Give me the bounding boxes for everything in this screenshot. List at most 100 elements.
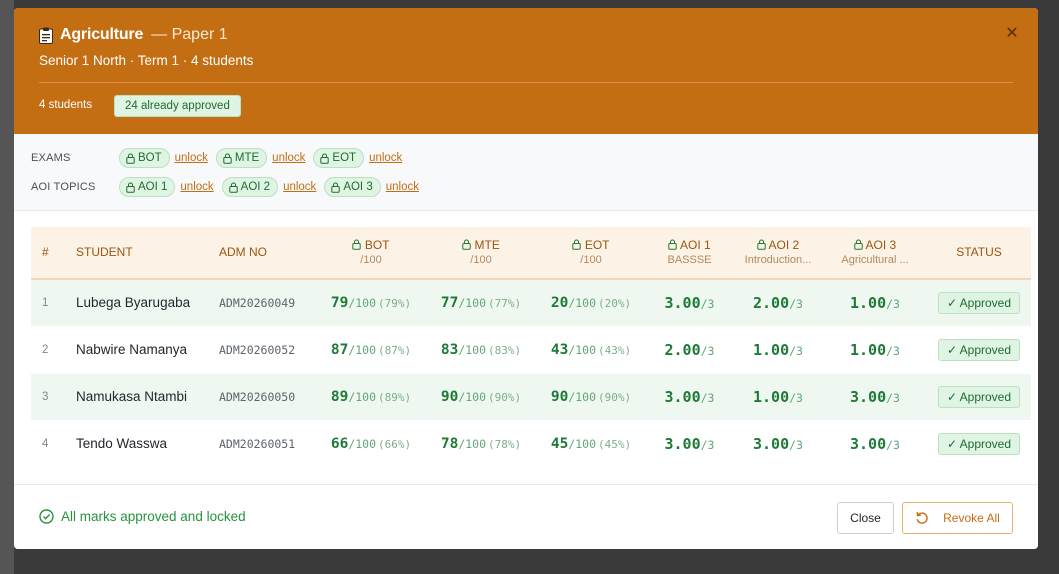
- col-status: STATUS: [956, 245, 1002, 259]
- eot-score: 45/100 (45%): [550, 435, 632, 452]
- lock-icon: [223, 153, 232, 164]
- exam-chip-bot: BOT: [119, 148, 170, 168]
- paper-name: — Paper 1: [151, 26, 228, 43]
- adm-number: ADM20260049: [219, 295, 296, 310]
- table-row: 4 Tendo Wasswa ADM20260051 66/100 (66%) 7…: [31, 420, 1031, 467]
- bot-score: 89/100 (89%): [330, 388, 412, 405]
- unlock-aoi2-link[interactable]: unlock: [283, 181, 316, 193]
- status-badge: ✓ Approved: [937, 385, 1021, 408]
- lock-icon: [668, 239, 678, 250]
- table-row: 2 Nabwire Namanya ADM20260052 87/100 (87%…: [31, 326, 1031, 373]
- aoi1-score: 3.00/3: [664, 434, 715, 453]
- col-aoi2: AOI 2 Introduction...: [744, 237, 812, 266]
- modal-header: Agriculture — Paper 1 Senior 1 North · T…: [14, 8, 1038, 134]
- aoi-lock-row: AOI TOPICS AOI 1 unlock AOI 2 unlock AOI…: [31, 177, 427, 197]
- lock-icon: [126, 182, 135, 193]
- mte-score: 90/100 (90%): [440, 388, 522, 405]
- status-cell: ✓ Approved: [927, 373, 1031, 420]
- aoi2-score: 3.00/3: [753, 434, 803, 453]
- aoi-topics-label: AOI TOPICS: [31, 181, 96, 193]
- aoi2-score: 1.00/3: [753, 387, 803, 406]
- revoke-all-button[interactable]: Revoke All: [902, 502, 1013, 534]
- lock-icon: [228, 182, 238, 193]
- eot-score: 90/100 (90%): [550, 388, 632, 405]
- row-index: 3: [42, 390, 49, 403]
- unlock-mte-link[interactable]: unlock: [272, 152, 305, 164]
- student-name: Lubega Byarugaba: [76, 295, 191, 311]
- status-badge: ✓ Approved: [937, 291, 1021, 314]
- clipboard-icon: [39, 27, 53, 44]
- check-circle-icon: [39, 509, 54, 524]
- aoi2-score: 2.00/3: [753, 293, 803, 312]
- bot-score: 66/100 (66%): [330, 435, 412, 452]
- aoi3-score: 1.00/3: [850, 293, 900, 312]
- mte-score: 77/100 (77%): [440, 294, 522, 311]
- aoi1-score: 2.00/3: [664, 340, 715, 359]
- bot-score: 79/100 (79%): [330, 294, 412, 311]
- unlock-eot-link[interactable]: unlock: [369, 152, 402, 164]
- row-index: 4: [42, 437, 49, 450]
- student-name: Namukasa Ntambi: [76, 389, 188, 404]
- approval-status-message: All marks approved and locked: [39, 509, 246, 524]
- col-adm-no: ADM NO: [219, 245, 267, 259]
- adm-number: ADM20260052: [219, 342, 296, 357]
- header-divider: [39, 82, 1013, 83]
- unlock-aoi1-link[interactable]: unlock: [180, 181, 213, 193]
- status-cell: ✓ Approved: [927, 279, 1031, 326]
- close-icon[interactable]: ✕: [1003, 24, 1021, 42]
- lock-icon: [320, 153, 330, 164]
- table-header-row: # STUDENT ADM NO BOT/100 MTE/100 EOT/100: [31, 227, 1031, 279]
- exam-chip-mte: MTE: [215, 148, 268, 168]
- lock-icon: [854, 239, 863, 250]
- status-badge: ✓ Approved: [937, 338, 1021, 361]
- status-badge: ✓ Approved: [937, 432, 1021, 455]
- exams-label: EXAMS: [31, 152, 71, 164]
- marks-table-container: # STUDENT ADM NO BOT/100 MTE/100 EOT/100: [31, 227, 1031, 468]
- mte-score: 83/100 (83%): [440, 341, 522, 358]
- mte-score: 78/100 (78%): [440, 435, 522, 452]
- aoi1-score: 3.00/3: [664, 387, 715, 406]
- col-student: STUDENT: [76, 245, 133, 259]
- aoi-chip-3: AOI 3: [324, 177, 381, 197]
- exams-lock-row: EXAMS BOT unlock MTE unlock EOT unlock: [31, 148, 410, 168]
- approved-count-badge: 24 already approved: [114, 95, 241, 117]
- exam-chip-eot: EOT: [313, 148, 365, 168]
- modal-title: Agriculture — Paper 1: [39, 26, 228, 44]
- lock-icon: [126, 153, 135, 164]
- bot-score: 87/100 (87%): [330, 341, 412, 358]
- lock-icon: [462, 239, 471, 250]
- marks-table: # STUDENT ADM NO BOT/100 MTE/100 EOT/100: [31, 227, 1031, 468]
- col-mte: MTE/100: [426, 227, 536, 279]
- col-eot: EOT/100: [536, 227, 646, 279]
- row-index: 2: [42, 343, 49, 356]
- table-row: 1 Lubega Byarugaba ADM20260049 79/100 (79…: [31, 279, 1031, 326]
- lock-icon: [572, 239, 582, 250]
- close-button[interactable]: Close: [837, 502, 894, 534]
- table-row: 3 Namukasa Ntambi ADM20260050 89/100 (89%…: [31, 373, 1031, 420]
- aoi-chip-2: AOI 2: [221, 177, 279, 197]
- col-index: #: [42, 245, 49, 259]
- aoi-chip-1: AOI 1: [119, 177, 176, 197]
- eot-score: 20/100 (20%): [550, 294, 632, 311]
- locks-panel: EXAMS BOT unlock MTE unlock EOT unlock A…: [14, 134, 1038, 211]
- status-cell: ✓ Approved: [927, 420, 1031, 467]
- subject-name: Agriculture: [60, 26, 144, 43]
- unlock-aoi3-link[interactable]: unlock: [386, 181, 419, 193]
- student-name: Nabwire Namanya: [76, 342, 188, 357]
- background-page: [0, 0, 14, 574]
- adm-number: ADM20260051: [219, 436, 296, 451]
- student-count: 4 students: [39, 99, 93, 111]
- undo-icon: [916, 512, 928, 524]
- unlock-bot-link[interactable]: unlock: [175, 152, 208, 164]
- adm-number: ADM20260050: [219, 389, 296, 404]
- eot-score: 43/100 (43%): [550, 341, 632, 358]
- status-cell: ✓ Approved: [927, 326, 1031, 373]
- aoi3-score: 3.00/3: [850, 434, 900, 453]
- lock-icon: [352, 239, 362, 250]
- class-subtitle: Senior 1 North · Term 1 · 4 students: [39, 53, 254, 68]
- modal-footer: All marks approved and locked Close Revo…: [14, 484, 1038, 549]
- aoi3-score: 3.00/3: [850, 387, 900, 406]
- lock-icon: [757, 239, 766, 250]
- lock-icon: [331, 182, 341, 193]
- aoi3-score: 1.00/3: [850, 340, 900, 359]
